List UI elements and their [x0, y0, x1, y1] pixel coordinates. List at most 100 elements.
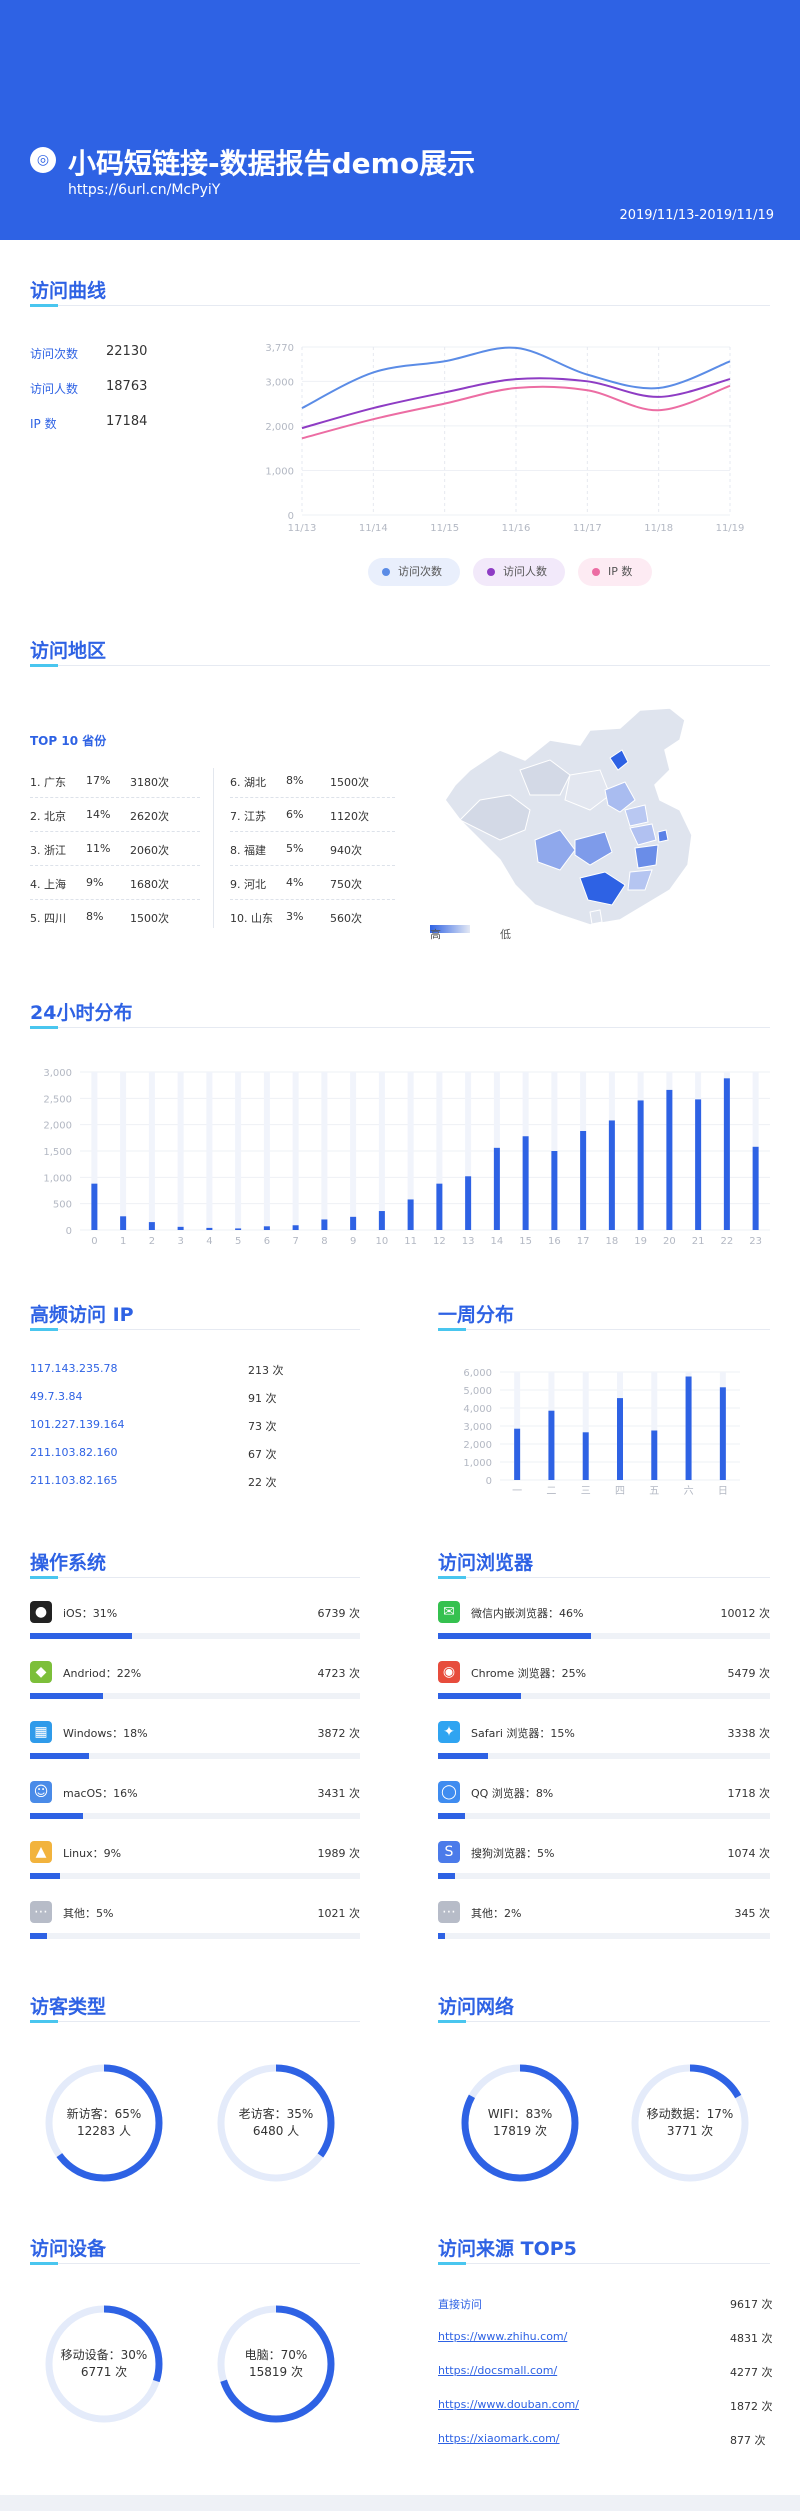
legend-visits[interactable]: 访问次数: [368, 558, 460, 586]
os-count: 3872 次: [317, 1727, 361, 1740]
browser-label: 微信内嵌浏览器：46%: [471, 1607, 584, 1620]
network-ring-label: 移动数据：17% 3771 次: [635, 2106, 745, 2140]
os-count: 6739 次: [317, 1607, 361, 1620]
section-accent: [30, 2262, 58, 2265]
wechat-icon: ✉: [438, 1601, 460, 1623]
x-tick-label: 三: [581, 1486, 591, 1497]
province-pct: 11%: [86, 842, 111, 855]
browser-progress-fill: [438, 1633, 591, 1639]
province-count: 2620次: [130, 810, 169, 823]
browser-progress-track: [438, 1633, 770, 1639]
province-pct: 17%: [86, 774, 111, 787]
legend-dot: [382, 568, 390, 576]
map-legend-low: 低: [500, 928, 511, 941]
x-tick-label: 19: [634, 1236, 647, 1247]
x-tick-label: 1: [120, 1236, 126, 1247]
x-tick-label: 二: [546, 1486, 556, 1497]
bar-background: [206, 1072, 213, 1230]
bar: [263, 1226, 270, 1230]
legend-visitors[interactable]: 访问人数: [473, 558, 565, 586]
y-tick-label: 2,500: [43, 1094, 72, 1105]
bar: [666, 1089, 673, 1230]
browser-row: ◯ QQ 浏览器：8% 1718 次: [438, 1781, 770, 1821]
source-link[interactable]: https://www.douban.com/: [438, 2398, 579, 2411]
legend-ip[interactable]: IP 数: [578, 558, 652, 586]
bar: [617, 1398, 623, 1480]
bar: [651, 1430, 658, 1480]
browser-row: ✦ Safari 浏览器：15% 3338 次: [438, 1721, 770, 1761]
bar: [407, 1199, 414, 1230]
bar: [378, 1211, 385, 1230]
os-row: ◆ Andriod：22% 4723 次: [30, 1661, 360, 1701]
section-divider: [30, 2021, 360, 2022]
row-separator: [230, 831, 395, 832]
x-tick-label: 18: [606, 1236, 619, 1247]
province-pct: 3%: [286, 910, 304, 923]
province-pct: 9%: [86, 876, 104, 889]
section-title-weekly: 一周分布: [438, 1304, 515, 1326]
ip-count: 213 次: [248, 1364, 284, 1377]
ip-address[interactable]: 49.7.3.84: [30, 1390, 82, 1403]
source-count: 877 次: [730, 2434, 766, 2447]
x-tick-label: 日: [718, 1486, 728, 1497]
short-link-url[interactable]: https://6url.cn/McPyiY: [68, 182, 220, 198]
ip-count: 67 次: [248, 1448, 277, 1461]
ring-label-line1: WIFI：83%: [487, 2107, 553, 2121]
section-accent: [30, 664, 58, 667]
browser-count: 345 次: [734, 1907, 771, 1920]
province-name: 1. 广东: [30, 776, 66, 789]
y-tick-label: 1,000: [265, 466, 294, 477]
visits-line-chart: 0 1,000 2,000 3,000 3,770 11/13 11/14 11/15 11/1…: [265, 343, 744, 534]
os-progress-track: [30, 1933, 360, 1939]
os-count: 1021 次: [317, 1907, 361, 1920]
browser-count: 1718 次: [727, 1787, 771, 1800]
x-tick-label: 4: [206, 1236, 212, 1247]
bar: [436, 1183, 443, 1230]
ip-address[interactable]: 211.103.82.160: [30, 1446, 117, 1459]
ip-address[interactable]: 117.143.235.78: [30, 1362, 117, 1375]
province-divider: [213, 768, 214, 928]
x-tick-label: 14: [491, 1236, 504, 1247]
bar: [206, 1227, 213, 1230]
ring-label-line2: 6771 次: [80, 2365, 128, 2379]
source-link[interactable]: https://docsmall.com/: [438, 2364, 557, 2377]
section-divider: [438, 2263, 770, 2264]
section-divider: [30, 2263, 360, 2264]
ip-count: 91 次: [248, 1392, 277, 1405]
x-tick-label: 23: [749, 1236, 762, 1247]
safari-icon: ✦: [438, 1721, 460, 1743]
browser-progress-track: [438, 1933, 770, 1939]
browser-progress-track: [438, 1753, 770, 1759]
bar-background: [292, 1072, 299, 1230]
bar: [148, 1222, 155, 1230]
stat-label-ip: IP 数: [30, 417, 57, 431]
section-title-browser: 访问浏览器: [438, 1552, 534, 1574]
source-count: 1872 次: [730, 2400, 773, 2413]
browser-count: 10012 次: [720, 1607, 771, 1620]
y-tick-label: 0: [486, 1476, 492, 1487]
ring-label-line1: 新访客：65%: [66, 2107, 142, 2121]
os-progress-fill: [30, 1873, 60, 1879]
ip-address[interactable]: 211.103.82.165: [30, 1474, 117, 1487]
section-title-device: 访问设备: [30, 2238, 107, 2260]
date-range: 2019/11/13-2019/11/19: [619, 208, 774, 223]
province-count: 1500次: [330, 776, 369, 789]
finder-icon: ☺: [30, 1781, 52, 1803]
os-progress-track: [30, 1813, 360, 1819]
x-tick-label: 11/13: [288, 523, 317, 534]
source-link[interactable]: https://xiaomark.com/: [438, 2432, 560, 2445]
section-accent: [30, 304, 58, 307]
source-count: 9617 次: [730, 2298, 773, 2311]
x-tick-label: 9: [350, 1236, 356, 1247]
x-tick-label: 11: [404, 1236, 417, 1247]
map-legend-high: 高: [430, 928, 441, 941]
bar: [120, 1216, 127, 1230]
browser-label: 其他：2%: [471, 1907, 522, 1920]
x-tick-label: 3: [177, 1236, 183, 1247]
source-link[interactable]: 直接访问: [438, 2296, 482, 2312]
ip-address[interactable]: 101.227.139.164: [30, 1418, 124, 1431]
bar-background: [321, 1072, 328, 1230]
y-tick-label: 3,770: [265, 343, 294, 354]
source-link[interactable]: https://www.zhihu.com/: [438, 2330, 567, 2343]
series-line-2: [301, 384, 731, 440]
